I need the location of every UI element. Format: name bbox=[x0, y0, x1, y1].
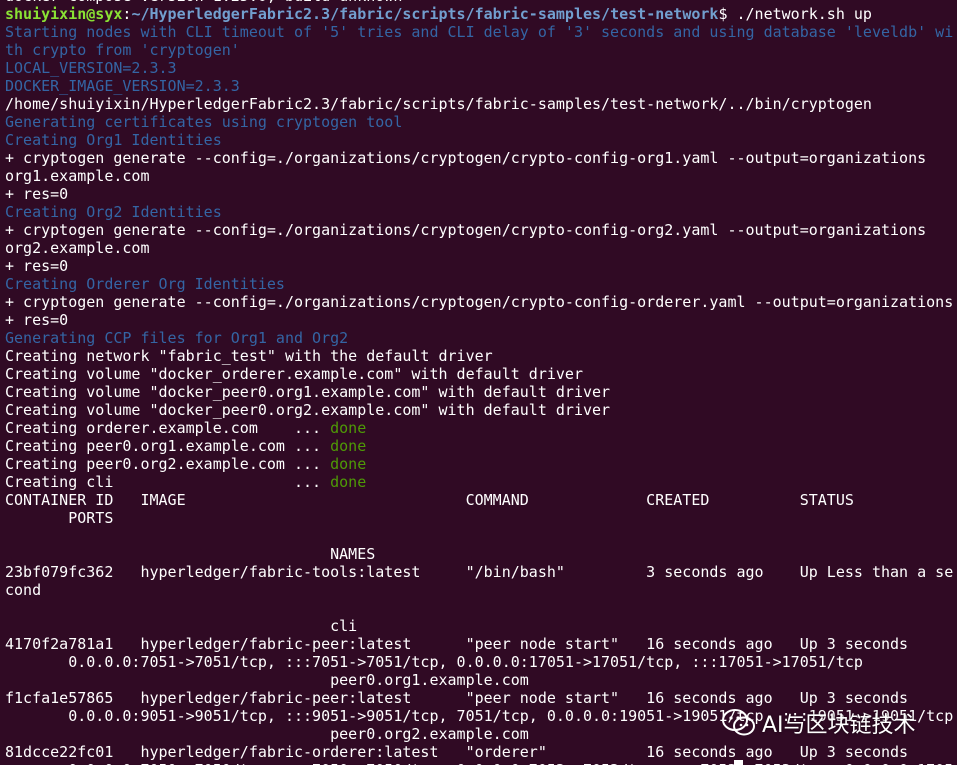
terminal-line: 4170f2a781a1 hyperledger/fabric-peer:lat… bbox=[5, 635, 953, 653]
terminal-line: Creating Orderer Org Identities bbox=[5, 275, 953, 293]
terminal-text-segment: + res=0 bbox=[5, 185, 69, 203]
terminal-text-segment: done bbox=[330, 437, 367, 455]
terminal-text-segment: Creating Orderer Org Identities bbox=[5, 275, 285, 293]
terminal-line: + res=0 bbox=[5, 185, 953, 203]
terminal-text-segment: Creating cli ... bbox=[5, 473, 331, 491]
terminal-text-segment: $ ./network.sh up bbox=[718, 5, 872, 23]
terminal-line: NAMES bbox=[5, 545, 953, 563]
terminal-text-segment: /home/shuiyixin/HyperledgerFabric2.3/fab… bbox=[5, 95, 872, 113]
terminal-window[interactable]: docker-compose version 1.25.0, build unk… bbox=[0, 0, 957, 765]
terminal-line: Starting nodes with CLI timeout of '5' t… bbox=[5, 23, 953, 41]
terminal-text-segment: Creating peer0.org2.example.com ... bbox=[5, 455, 331, 473]
terminal-line: org2.example.com bbox=[5, 239, 953, 257]
terminal-text-segment: Generating certificates using cryptogen … bbox=[5, 113, 403, 131]
terminal-text-segment: done bbox=[330, 473, 367, 491]
terminal-line: peer0.org1.example.com bbox=[5, 671, 953, 689]
terminal-text-segment: + cryptogen generate --config=./organiza… bbox=[5, 293, 954, 311]
terminal-text-segment: CONTAINER ID IMAGE COMMAND CREATED STATU… bbox=[5, 491, 854, 509]
terminal-line: 81dcce22fc01 hyperledger/fabric-orderer:… bbox=[5, 743, 953, 761]
terminal-text-segment: 23bf079fc362 hyperledger/fabric-tools:la… bbox=[5, 563, 954, 581]
terminal-text-segment: NAMES bbox=[5, 545, 376, 563]
terminal-line: 0.0.0.0:7051->7051/tcp, :::7051->7051/tc… bbox=[5, 653, 953, 671]
terminal-line: DOCKER_IMAGE_VERSION=2.3.3 bbox=[5, 77, 953, 95]
terminal-line: Creating network "fabric_test" with the … bbox=[5, 347, 953, 365]
terminal-line: Creating peer0.org2.example.com ... done bbox=[5, 455, 953, 473]
terminal-line: org1.example.com bbox=[5, 167, 953, 185]
terminal-line: cli bbox=[5, 617, 953, 635]
terminal-line: CONTAINER ID IMAGE COMMAND CREATED STATU… bbox=[5, 491, 953, 509]
terminal-line: th crypto from 'cryptogen' bbox=[5, 41, 953, 59]
terminal-line: + res=0 bbox=[5, 311, 953, 329]
terminal-line: Creating Org2 Identities bbox=[5, 203, 953, 221]
terminal-text-segment: + cryptogen generate --config=./organiza… bbox=[5, 221, 927, 239]
terminal-text-segment: Creating peer0.org1.example.com ... bbox=[5, 437, 331, 455]
terminal-text-segment: done bbox=[330, 455, 367, 473]
terminal-line: 23bf079fc362 hyperledger/fabric-tools:la… bbox=[5, 563, 953, 581]
terminal-text-segment: org1.example.com bbox=[5, 167, 150, 185]
terminal-text-segment: th crypto from 'cryptogen' bbox=[5, 41, 240, 59]
terminal-line: PORTS bbox=[5, 509, 953, 527]
terminal-text-segment: Creating volume "docker_peer0.org1.examp… bbox=[5, 383, 611, 401]
terminal-text-segment: Creating volume "docker_orderer.example.… bbox=[5, 365, 583, 383]
terminal-text-segment: Starting nodes with CLI timeout of '5' t… bbox=[5, 23, 954, 41]
wechat-icon bbox=[722, 709, 756, 737]
terminal-line: + cryptogen generate --config=./organiza… bbox=[5, 149, 953, 167]
terminal-text-segment: cli bbox=[5, 617, 358, 635]
terminal-text-segment: done bbox=[330, 419, 367, 437]
terminal-text-segment: + res=0 bbox=[5, 257, 69, 275]
watermark-text: AI与区块链技术 bbox=[762, 713, 916, 738]
terminal-line: + cryptogen generate --config=./organiza… bbox=[5, 293, 953, 311]
terminal-line: Creating peer0.org1.example.com ... done bbox=[5, 437, 953, 455]
terminal-line: cond bbox=[5, 581, 953, 599]
terminal-line: LOCAL_VERSION=2.3.3 bbox=[5, 59, 953, 77]
terminal-text-segment: Creating volume "docker_peer0.org2.examp… bbox=[5, 401, 611, 419]
terminal-line: Creating Org1 Identities bbox=[5, 131, 953, 149]
terminal-text-segment: 4170f2a781a1 hyperledger/fabric-peer:lat… bbox=[5, 635, 909, 653]
terminal-line: Creating volume "docker_orderer.example.… bbox=[5, 365, 953, 383]
terminal-line: /home/shuiyixin/HyperledgerFabric2.3/fab… bbox=[5, 95, 953, 113]
terminal-line: Creating volume "docker_peer0.org2.examp… bbox=[5, 401, 953, 419]
terminal-text-segment: DOCKER_IMAGE_VERSION=2.3.3 bbox=[5, 77, 240, 95]
terminal-line: 0.0.0.0:7050->7050/tcp, :::7050->7050/tc… bbox=[5, 761, 953, 765]
terminal-text-segment: cond bbox=[5, 581, 42, 599]
terminal-text-segment: Creating orderer.example.com ... bbox=[5, 419, 331, 437]
terminal-line: Creating orderer.example.com ... done bbox=[5, 419, 953, 437]
terminal-text-segment: Generating CCP files for Org1 and Org2 bbox=[5, 329, 349, 347]
terminal-text-segment: org2.example.com bbox=[5, 239, 150, 257]
terminal-text-segment: Creating Org2 Identities bbox=[5, 203, 222, 221]
terminal-text-segment: ~/HyperledgerFabric2.3/fabric/scripts/fa… bbox=[131, 5, 719, 23]
terminal-line: Creating cli ... done bbox=[5, 473, 953, 491]
terminal-line: shuiyixin@syx:~/HyperledgerFabric2.3/fab… bbox=[5, 5, 953, 23]
terminal-text-segment: peer0.org1.example.com bbox=[5, 671, 529, 689]
terminal-cursor bbox=[734, 760, 743, 765]
terminal-text-segment: PORTS bbox=[5, 509, 114, 527]
terminal-text-segment: Creating Org1 Identities bbox=[5, 131, 222, 149]
terminal-text-segment: + res=0 bbox=[5, 311, 69, 329]
terminal-text-segment: shuiyixin@syx bbox=[5, 5, 123, 23]
terminal-text-segment: 0.0.0.0:7050->7050/tcp, :::7050->7050/tc… bbox=[5, 761, 953, 765]
terminal-line: Generating certificates using cryptogen … bbox=[5, 113, 953, 131]
terminal-text-segment: + cryptogen generate --config=./organiza… bbox=[5, 149, 927, 167]
terminal-line: + cryptogen generate --config=./organiza… bbox=[5, 221, 953, 239]
terminal-text-segment: peer0.org2.example.com bbox=[5, 725, 529, 743]
terminal-output: docker-compose version 1.25.0, build unk… bbox=[5, 0, 953, 765]
terminal-text-segment: 81dcce22fc01 hyperledger/fabric-orderer:… bbox=[5, 743, 909, 761]
terminal-text-segment: Creating network "fabric_test" with the … bbox=[5, 347, 493, 365]
terminal-text-segment: LOCAL_VERSION=2.3.3 bbox=[5, 59, 177, 77]
terminal-line: + res=0 bbox=[5, 257, 953, 275]
watermark: AI与区块链技术 bbox=[722, 705, 916, 741]
terminal-text-segment: 0.0.0.0:7051->7051/tcp, :::7051->7051/tc… bbox=[5, 653, 863, 671]
terminal-line: Generating CCP files for Org1 and Org2 bbox=[5, 329, 953, 347]
terminal-line: Creating volume "docker_peer0.org1.examp… bbox=[5, 383, 953, 401]
